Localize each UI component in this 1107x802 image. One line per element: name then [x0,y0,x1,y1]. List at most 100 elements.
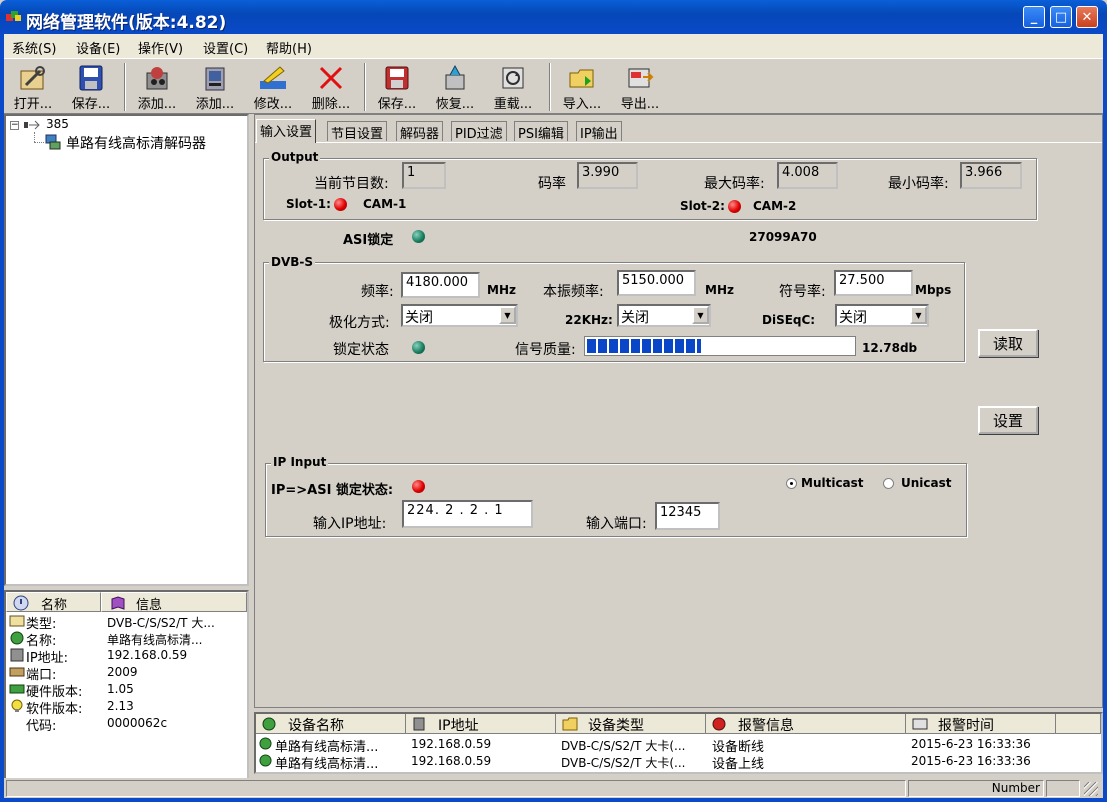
diseqc-select[interactable]: 关闭 ▼ [835,304,929,327]
toolbar-separator [549,63,551,111]
edit-label: 修改... [253,97,293,112]
lo-frequency-label: 本振频率: [543,284,604,300]
slot2-label: Slot-2: [680,199,725,213]
cell-device-name: 单路有线高标清... [275,757,379,772]
multicast-radio[interactable] [786,478,797,489]
chevron-down-icon[interactable]: ▼ [692,306,709,324]
port-input[interactable]: 12345 [655,502,720,530]
max-bitrate-label: 最大码率: [704,176,765,192]
cell-alarm-info: 设备上线 [712,757,765,772]
info-col-name[interactable]: 名称 [6,592,101,613]
chevron-down-icon[interactable]: ▼ [499,306,516,324]
slot1-label: Slot-1: [286,197,331,211]
info-row-value: 2009 [107,665,138,679]
tab-input-settings[interactable]: 输入设置 [256,119,317,143]
toolbar-separator [124,63,126,111]
minimize-icon: _ [1030,9,1038,25]
title-bar[interactable]: 网络管理软件(版本:4.82) _ □ ✕ [0,0,1107,34]
bitrate-field: 3.990 [577,162,638,189]
delete-button[interactable]: 删除... [302,59,360,113]
time-icon [912,718,928,730]
table-row[interactable]: 单路有线高标清... 192.168.0.59 DVB-C/S/S2/T 大卡(… [256,735,1101,755]
alarm-icon [712,717,726,731]
import-label: 导入... [562,97,602,112]
edit-button[interactable]: 修改... [244,59,302,113]
import-button[interactable]: 导入... [553,59,611,113]
col-device-type-label: 设备类型 [588,718,644,734]
table-row[interactable]: 单路有线高标清... 192.168.0.59 DVB-C/S/S2/T 大卡(… [256,752,1101,772]
device-status-icon [259,737,272,750]
tab-decoder[interactable]: 解码器 [396,121,444,142]
status-numlock: Number [908,780,1044,797]
tab-program-settings[interactable]: 节目设置 [327,121,388,142]
save-config-button[interactable]: 保存... [368,59,426,113]
col-device-name-label: 设备名称 [288,718,344,734]
alarm-list[interactable]: 设备名称 IP地址 设备类型 报警信息 报警时间 单路有线高标清... 192.… [254,712,1103,774]
close-button[interactable]: ✕ [1076,6,1098,28]
tab-strip-border [255,142,1102,143]
reload-label: 重载... [493,97,533,112]
chevron-down-icon[interactable]: ▼ [910,306,927,324]
lo-frequency-input[interactable]: 5150.000 [617,270,696,296]
save-button[interactable]: 保存... [62,59,120,113]
col-alarm-time[interactable]: 报警时间 [906,714,1056,734]
tab-psi-edit[interactable]: PSI编辑 [514,121,568,142]
menu-device[interactable]: 设备(E) [76,38,120,57]
multicast-label[interactable]: Multicast [801,476,864,490]
menu-settings[interactable]: 设置(C) [203,38,248,57]
unicast-label[interactable]: Unicast [901,476,952,490]
type-icon [9,615,25,627]
open-button[interactable]: 打开... [4,59,62,113]
asi-lock-label: ASI锁定 [343,233,394,248]
ip-address-label: 输入IP地址: [313,516,387,532]
restore-button[interactable]: 恢复... [426,59,484,113]
col-alarm-info-label: 报警信息 [738,718,794,734]
info-col-info[interactable]: 信息 [101,592,247,613]
col-device-type[interactable]: 设备类型 [556,714,706,734]
cell-alarm-time: 2015-6-23 16:33:36 [911,737,1031,751]
resize-grip-icon[interactable] [1084,782,1098,796]
maximize-button[interactable]: □ [1050,6,1072,28]
polarization-select[interactable]: 关闭 ▼ [401,304,518,327]
tab-pid-filter[interactable]: PID过滤 [451,121,507,142]
tab-ip-output[interactable]: IP输出 [576,121,622,142]
set-button[interactable]: 设置 [978,406,1038,434]
22khz-select[interactable]: 关闭 ▼ [617,304,711,327]
frequency-unit: MHz [487,283,516,297]
frequency-input[interactable]: 4180.000 [401,272,480,298]
add-module-label: 添加... [195,97,235,112]
menu-system[interactable]: 系统(S) [12,38,56,57]
diseqc-value: 关闭 [839,310,867,326]
read-button[interactable]: 读取 [978,329,1038,357]
lightbulb-icon [11,699,23,712]
add-device-button[interactable]: 添加... [128,59,186,113]
symbol-rate-input[interactable]: 27.500 [834,270,913,296]
menu-help[interactable]: 帮助(H) [266,38,312,57]
device-tree[interactable]: − 385 单路有线高标清解码器 [4,114,249,586]
max-bitrate-field: 4.008 [777,162,838,189]
ip-address-input[interactable]: 224. 2 . 2 . 1 [402,500,533,528]
col-alarm-info[interactable]: 报警信息 [706,714,906,734]
add-device-label: 添加... [137,97,177,112]
tree-root-label[interactable]: 385 [46,117,69,131]
restore-label: 恢复... [435,97,475,112]
col-ip[interactable]: IP地址 [406,714,556,734]
minimize-button[interactable]: _ [1023,6,1045,28]
tree-device-label[interactable]: 单路有线高标清解码器 [66,133,206,153]
info-name-icon [13,595,29,611]
unicast-radio[interactable] [883,478,894,489]
collapse-icon[interactable]: − [10,121,19,130]
ip-icon [10,648,24,662]
diseqc-label: DiSEqC: [762,313,816,327]
22khz-value: 关闭 [621,310,649,326]
col-device-name[interactable]: 设备名称 [256,714,406,734]
reload-button[interactable]: 重载... [484,59,542,113]
min-bitrate-field: 3.966 [960,162,1022,189]
asi-code: 27099A70 [749,230,817,244]
symbol-rate-label: 符号率: [779,284,826,300]
export-button[interactable]: 导出... [611,59,669,113]
add-module-button[interactable]: 添加... [186,59,244,113]
save-label: 保存... [71,97,111,112]
info-row-value: 1.05 [107,682,134,696]
menu-operate[interactable]: 操作(V) [138,38,183,57]
